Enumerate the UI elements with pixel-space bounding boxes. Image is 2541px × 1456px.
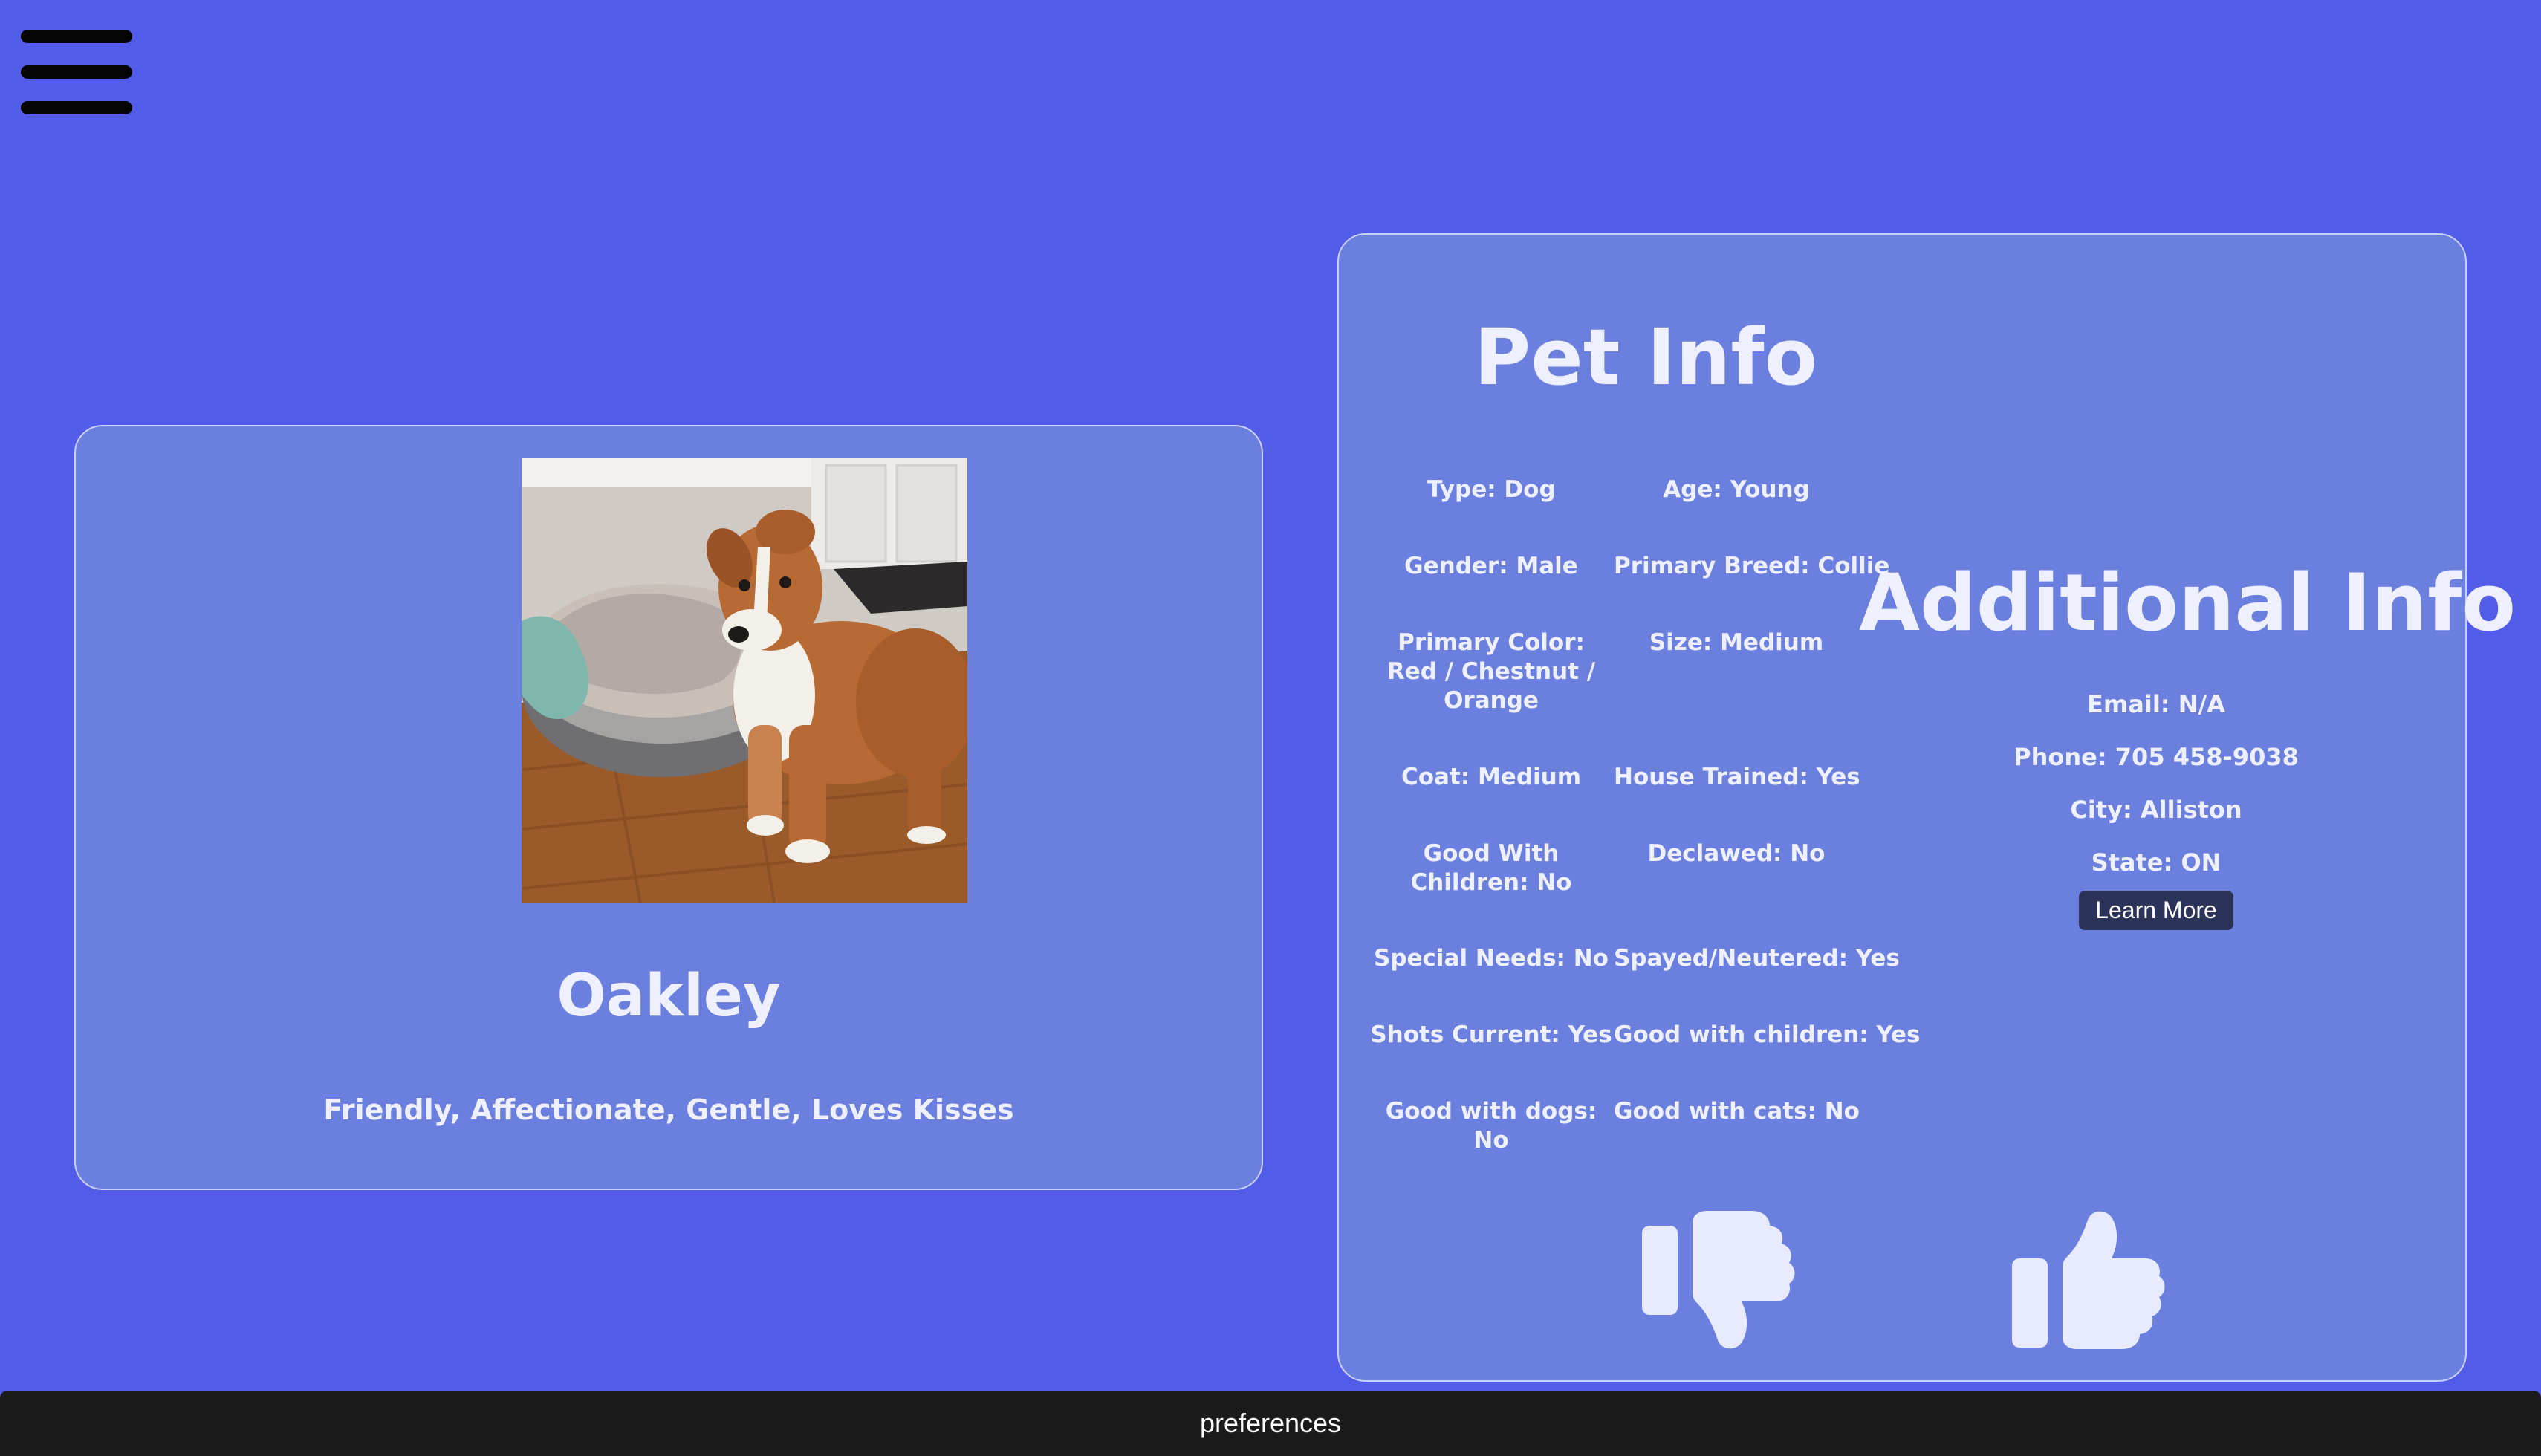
attr-primary-breed: Primary Breed: Collie <box>1614 553 1890 579</box>
page: Oakley Friendly, Affectionate, Gentle, L… <box>0 0 2541 1456</box>
attr-gender: Gender: Male <box>1404 553 1578 579</box>
contact-email: Email: N/A <box>2087 690 2225 718</box>
attr-primary-color: Primary Color: Red / Chestnut / Orange <box>1386 629 1596 714</box>
attr-spayed-neutered: Spayed/Neutered: Yes <box>1614 945 1900 972</box>
attr-good-with-children: Good With Children: No <box>1410 840 1572 896</box>
attr-good-with-children-2: Good with children: Yes <box>1614 1021 1921 1048</box>
contact-state: State: ON <box>2091 848 2222 877</box>
attr-declawed: Declawed: No <box>1647 840 1826 867</box>
learn-more-button[interactable]: Learn More <box>2079 891 2233 930</box>
attr-coat: Coat: Medium <box>1401 764 1582 790</box>
attr-age: Age: Young <box>1663 476 1810 503</box>
attr-shots-current: Shots Current: Yes <box>1370 1021 1612 1048</box>
pet-photo <box>522 458 967 903</box>
attr-special-needs: Special Needs: No <box>1374 945 1609 972</box>
attr-size: Size: Medium <box>1649 629 1824 656</box>
pet-name: Oakley <box>556 963 781 1030</box>
contact-details: Email: N/A Phone: 705 458-9038 City: All… <box>1874 678 2438 889</box>
preferences-link[interactable]: preferences <box>1200 1408 1341 1439</box>
info-card: Pet Info Type: Dog Age: Young Gender: Ma… <box>1337 233 2516 1382</box>
additional-info-title: Additional Info <box>1859 557 2516 649</box>
pet-attributes: Type: Dog Age: Young Gender: Male Primar… <box>1369 475 1921 1186</box>
attr-good-with-cats: Good with cats: No <box>1614 1098 1860 1125</box>
attr-good-with-dogs: Good with dogs: No <box>1385 1098 1597 1154</box>
hamburger-menu-icon[interactable] <box>21 30 134 114</box>
thumbs-down-icon[interactable] <box>1639 1209 1795 1351</box>
pet-info-title: Pet Info <box>1474 312 1818 403</box>
thumbs-up-icon[interactable] <box>2009 1209 2165 1351</box>
menu-bar <box>21 101 132 114</box>
menu-bar <box>21 65 132 79</box>
additional-info: Additional Info Email: N/A Phone: 705 45… <box>1859 557 2516 930</box>
footer-bar: preferences <box>0 1391 2541 1456</box>
pet-card: Oakley Friendly, Affectionate, Gentle, L… <box>74 425 1263 1190</box>
attr-type: Type: Dog <box>1427 476 1556 503</box>
contact-city: City: Alliston <box>2070 796 2242 824</box>
menu-bar <box>21 30 132 43</box>
attr-house-trained: House Trained: Yes <box>1614 764 1860 790</box>
contact-phone: Phone: 705 458-9038 <box>2013 743 2299 771</box>
pet-tags: Friendly, Affectionate, Gentle, Loves Ki… <box>323 1093 1014 1126</box>
